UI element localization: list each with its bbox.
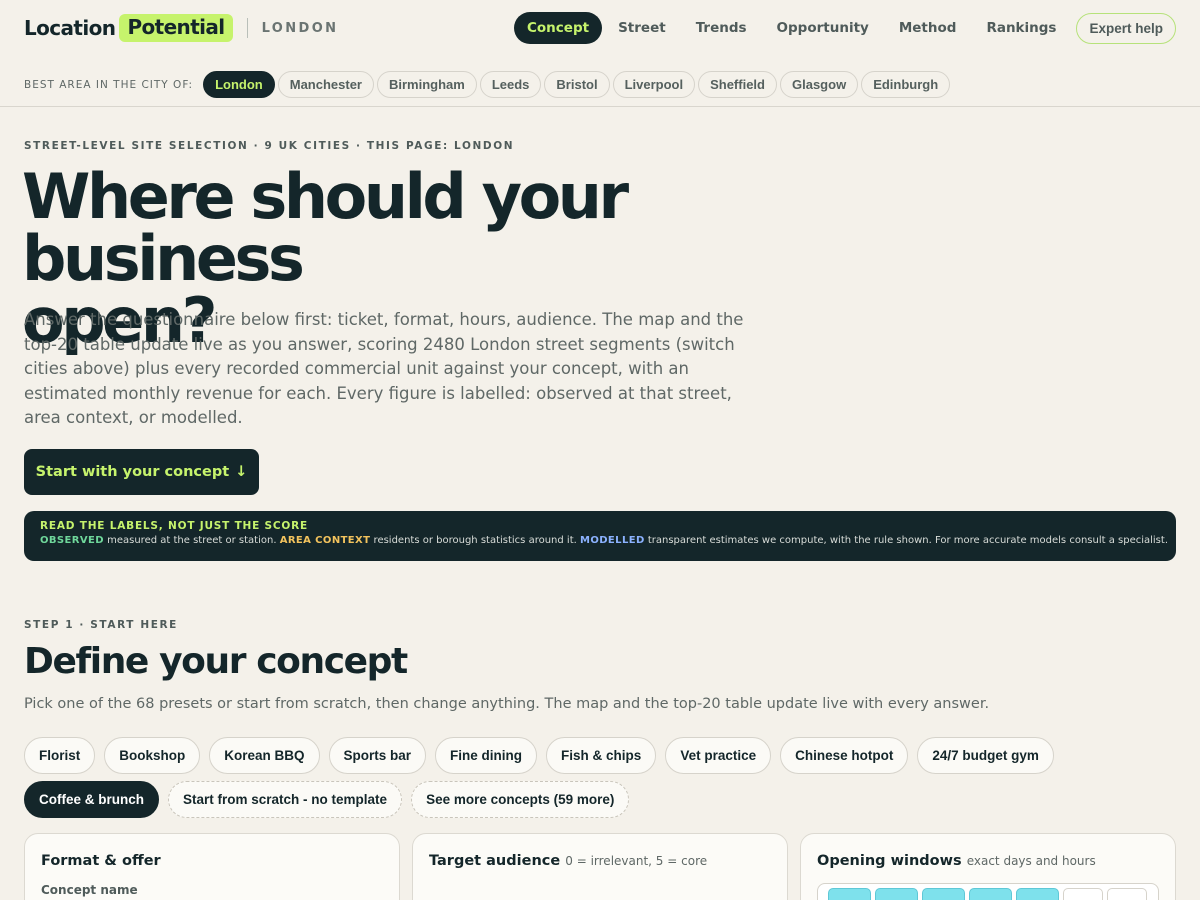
hero-description: Answer the questionnaire below first: ti… <box>24 310 744 427</box>
main-nav: Concept Street Trends Opportunity Method… <box>514 12 1176 44</box>
city-pill-glasgow[interactable]: Glasgow <box>780 71 859 98</box>
section-title: Define your concept <box>24 641 408 682</box>
arrow-down-icon: ↓ <box>235 464 248 480</box>
opening-windows-heading: Opening windows <box>817 853 962 869</box>
format-offer-card: Format & offer Concept name <box>24 833 400 900</box>
preset-bookshop[interactable]: Bookshop <box>104 737 201 774</box>
area-context-text: residents or borough statistics around i… <box>370 535 580 546</box>
opening-hours-cell[interactable] <box>969 888 1012 900</box>
nav-item-street[interactable]: Street <box>604 12 680 44</box>
see-more-concepts-button[interactable]: See more concepts (59 more) <box>411 781 630 818</box>
target-audience-title: Target audience 0 = irrelevant, 5 = core <box>429 853 771 869</box>
opening-windows-hint: exact days and hours <box>966 854 1096 868</box>
label-legend-panel: READ THE LABELS, NOT JUST THE SCORE OBSE… <box>24 511 1176 561</box>
target-audience-hint: 0 = irrelevant, 5 = core <box>565 854 708 868</box>
target-audience-card: Target audience 0 = irrelevant, 5 = core <box>412 833 788 900</box>
legend-heading: READ THE LABELS, NOT JUST THE SCORE <box>40 520 308 532</box>
city-pill-edinburgh[interactable]: Edinburgh <box>861 71 951 98</box>
nav-item-concept[interactable]: Concept <box>514 12 603 44</box>
legend-description: OBSERVED measured at the street or stati… <box>40 535 1168 546</box>
preset-budget-gym[interactable]: 24/7 budget gym <box>917 737 1054 774</box>
preset-sports-bar[interactable]: Sports bar <box>328 737 427 774</box>
opening-hours-cell[interactable] <box>1107 888 1147 900</box>
start-button-label: Start with your concept <box>35 464 230 480</box>
preset-coffee-and-brunch[interactable]: Coffee & brunch <box>24 781 160 818</box>
nav-item-opportunity[interactable]: Opportunity <box>763 12 883 44</box>
concept-name-label: Concept name <box>41 883 138 897</box>
city-pill-leeds[interactable]: Leeds <box>479 71 542 98</box>
brand-divider <box>246 18 248 38</box>
format-offer-title: Format & offer <box>41 853 161 869</box>
city-pill-bristol[interactable]: Bristol <box>544 71 610 98</box>
opening-hours-cell[interactable] <box>922 888 965 900</box>
nav-item-trends[interactable]: Trends <box>682 12 761 44</box>
start-with-concept-button[interactable]: Start with your concept ↓ <box>24 449 259 495</box>
city-pill-birmingham[interactable]: Birmingham <box>376 71 477 98</box>
observed-text: measured at the street or station. <box>103 535 280 546</box>
preset-vet-practice[interactable]: Vet practice <box>665 737 772 774</box>
city-pill-liverpool[interactable]: Liverpool <box>612 71 696 98</box>
opening-hours-cell[interactable] <box>1016 888 1059 900</box>
observed-tag: OBSERVED <box>40 535 104 546</box>
preset-list-row-2: Coffee & brunch Start from scratch - no … <box>24 781 1176 818</box>
preset-fish-and-chips[interactable]: Fish & chips <box>546 737 657 774</box>
preset-fine-dining[interactable]: Fine dining <box>435 737 538 774</box>
city-pill-manchester[interactable]: Manchester <box>277 71 374 98</box>
city-pill-sheffield[interactable]: Sheffield <box>698 71 777 98</box>
brand-badge: Potential <box>119 14 233 42</box>
opening-hours-grid <box>817 883 1159 900</box>
hero-eyebrow: STREET-LEVEL SITE SELECTION · 9 UK CITIE… <box>24 140 515 152</box>
brand-logo[interactable]: Location Potential LONDON <box>24 14 338 42</box>
top-navigation-bar: Location Potential LONDON Concept Street… <box>0 0 1200 56</box>
city-selector-bar: BEST AREA IN THE CITY OF: London Manches… <box>0 63 1200 107</box>
step-eyebrow: STEP 1 · START HERE <box>24 619 178 631</box>
city-selector-label: BEST AREA IN THE CITY OF: <box>24 78 194 91</box>
opening-windows-title: Opening windows exact days and hours <box>817 853 1159 869</box>
modelled-text: transparent estimates we compute, with t… <box>644 535 1168 546</box>
nav-item-method[interactable]: Method <box>885 12 971 44</box>
opening-windows-card: Opening windows exact days and hours <box>800 833 1176 900</box>
preset-chinese-hotpot[interactable]: Chinese hotpot <box>780 737 909 774</box>
brand-city: LONDON <box>261 20 339 36</box>
section-subtitle: Pick one of the 68 presets or start from… <box>24 696 990 712</box>
preset-korean-bbq[interactable]: Korean BBQ <box>209 737 320 774</box>
brand-word: Location <box>24 16 116 40</box>
opening-hours-cell[interactable] <box>828 888 871 900</box>
nav-item-rankings[interactable]: Rankings <box>972 12 1070 44</box>
start-from-scratch-button[interactable]: Start from scratch - no template <box>168 781 403 818</box>
target-audience-heading: Target audience <box>429 853 561 869</box>
area-context-tag: AREA CONTEXT <box>279 535 371 546</box>
expert-help-button[interactable]: Expert help <box>1076 12 1176 44</box>
opening-hours-cell[interactable] <box>1063 888 1103 900</box>
page-title-line-1: Where should your business <box>22 160 629 295</box>
city-pill-london[interactable]: London <box>203 71 275 98</box>
modelled-tag: MODELLED <box>579 535 645 546</box>
preset-list-row-1: Florist Bookshop Korean BBQ Sports bar F… <box>24 737 1176 774</box>
preset-florist[interactable]: Florist <box>24 737 96 774</box>
opening-hours-cell[interactable] <box>875 888 918 900</box>
